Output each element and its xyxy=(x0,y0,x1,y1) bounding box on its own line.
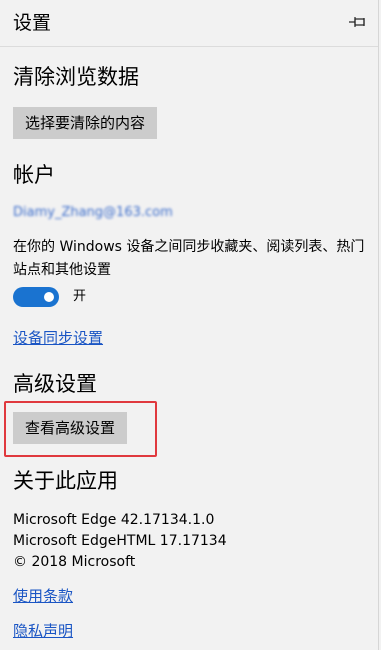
about-heading: 关于此应用 xyxy=(13,469,118,493)
device-sync-settings-link[interactable]: 设备同步设置 xyxy=(13,328,103,348)
settings-header: 设置 xyxy=(0,0,378,47)
choose-what-to-clear-button[interactable]: 选择要清除的内容 xyxy=(13,107,158,139)
pin-icon[interactable] xyxy=(348,15,368,29)
privacy-statement-link[interactable]: 隐私声明 xyxy=(13,621,73,641)
view-advanced-settings-button[interactable]: 查看高级设置 xyxy=(13,412,128,444)
edge-version: Microsoft Edge 42.17134.1.0 xyxy=(13,512,215,528)
settings-panel: 设置 清除浏览数据 选择要清除的内容 帐户 Diamy_Zhang@163.co… xyxy=(0,0,379,650)
terms-of-use-link[interactable]: 使用条款 xyxy=(13,586,73,606)
edgehtml-version: Microsoft EdgeHTML 17.17134 xyxy=(13,533,227,549)
account-email: Diamy_Zhang@163.com xyxy=(13,205,173,220)
sync-toggle[interactable] xyxy=(13,287,59,307)
clear-data-heading: 清除浏览数据 xyxy=(13,65,139,89)
account-heading: 帐户 xyxy=(13,163,55,187)
sync-toggle-state: 开 xyxy=(73,289,87,304)
advanced-settings-heading: 高级设置 xyxy=(13,372,97,396)
toggle-knob xyxy=(44,292,54,302)
copyright: © 2018 Microsoft xyxy=(13,554,136,570)
sync-description: 在你的 Windows 设备之间同步收藏夹、阅读列表、热门站点和其他设置 xyxy=(13,239,365,278)
page-title: 设置 xyxy=(13,12,52,34)
